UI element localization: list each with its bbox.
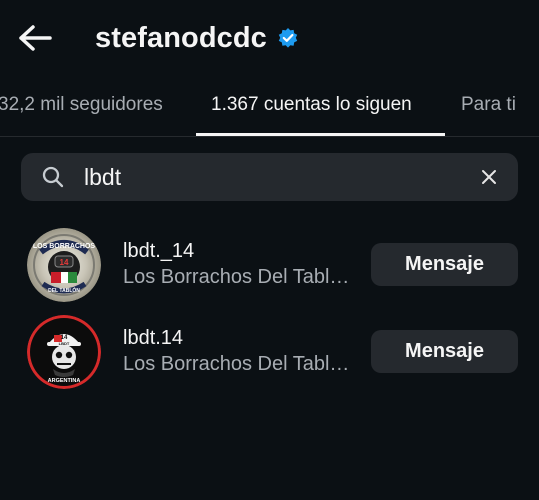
active-tab-indicator [196, 133, 445, 136]
follow-tabs: 32,2 mil seguidores 1.367 cuentas lo sig… [0, 78, 539, 137]
username[interactable]: lbdt._14 [123, 239, 355, 263]
tab-following[interactable]: 1.367 cuentas lo siguen [211, 94, 412, 116]
list-item[interactable]: LOS BORRACHOS 14 DEL TABLÓN lbdt._14 Los… [0, 219, 539, 311]
avatar-label-number: 14 [60, 258, 69, 267]
profile-username-title: stefanodcdc [95, 21, 267, 54]
verified-badge-icon [277, 27, 299, 49]
avatar[interactable]: 14 LBDT ARGENTINA [27, 315, 101, 389]
message-button[interactable]: Mensaje [371, 243, 518, 286]
title-group: stefanodcdc [95, 20, 299, 56]
avatar-label-bottom: DEL TABLÓN [48, 286, 80, 294]
back-button[interactable] [14, 20, 58, 56]
user-text: lbdt.14 Los Borrachos Del Tablón [123, 326, 355, 376]
user-text: lbdt._14 Los Borrachos Del Tablón [123, 239, 355, 289]
close-icon [482, 170, 496, 184]
avatar[interactable]: LOS BORRACHOS 14 DEL TABLÓN [27, 228, 101, 302]
avatar-label-country: ARGENTINA [48, 378, 81, 384]
message-button[interactable]: Mensaje [371, 330, 518, 373]
list-item[interactable]: 14 LBDT ARGENTINA lbdt.14 Los Borrachos … [0, 306, 539, 398]
back-arrow-icon [19, 25, 52, 51]
full-name: Los Borrachos Del Tablón [123, 353, 350, 375]
clear-search-button[interactable] [477, 165, 501, 189]
top-bar: stefanodcdc [0, 0, 539, 78]
tab-followers[interactable]: 32,2 mil seguidores [0, 94, 163, 116]
avatar-label-top: LOS BORRACHOS [33, 243, 96, 250]
tab-for-you[interactable]: Para ti [461, 94, 516, 116]
full-name: Los Borrachos Del Tablón [123, 266, 350, 288]
search-icon [42, 166, 64, 188]
avatar-label-initials: LBDT [59, 341, 70, 346]
search-input[interactable] [84, 163, 444, 191]
username[interactable]: lbdt.14 [123, 326, 355, 350]
search-bar [21, 153, 518, 201]
